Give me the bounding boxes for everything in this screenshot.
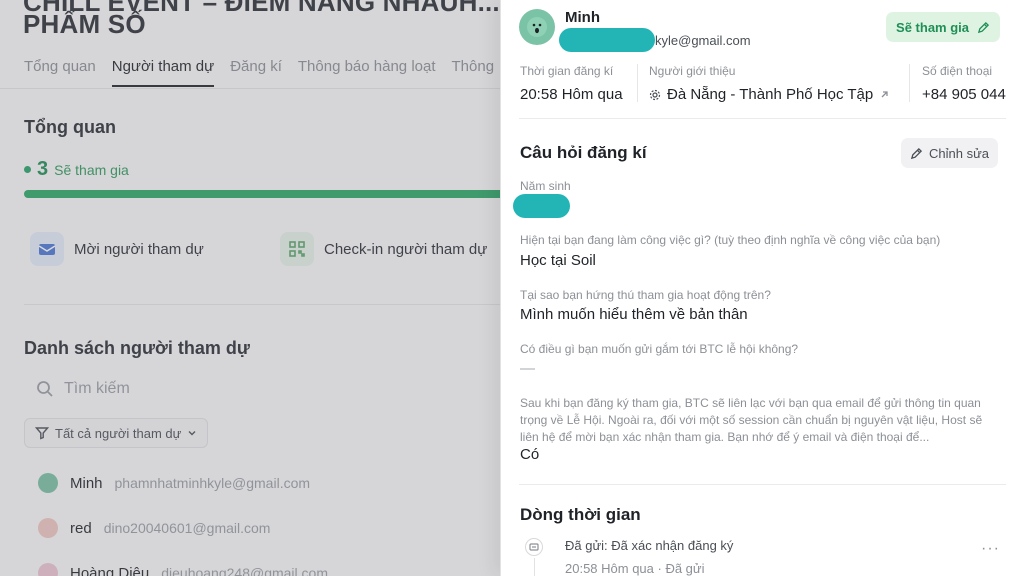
guest-detail-panel: Minh kyle@gmail.com Sẽ tham gia Thời gia… (500, 0, 1024, 576)
guest-name: Minh (565, 9, 600, 26)
timeline-subtitle: 20:58 Hôm qua · Đã gửi (565, 561, 705, 576)
timeline-title: Đã gửi: Đã xác nhận đăng ký (565, 538, 734, 553)
timeline-item: Đã gửi: Đã xác nhận đăng ký 20:58 Hôm qu… (525, 538, 733, 576)
question-label: Tại sao bạn hứng thú tham gia hoạt động … (520, 288, 771, 302)
phone-value: +84 905 044 (922, 86, 1006, 103)
message-icon (525, 538, 543, 556)
timeline-heading: Dòng thời gian (520, 505, 641, 524)
pencil-icon (910, 147, 923, 159)
status-going-button[interactable]: Sẽ tham gia (886, 12, 1000, 42)
answer-value: Mình muốn hiểu thêm về bản thân (520, 306, 748, 323)
phone: Số điện thoại +84 905 044 (922, 64, 1006, 103)
redacted-block (559, 28, 655, 52)
pencil-icon (977, 21, 990, 33)
answer-value: Học tại Soil (520, 252, 596, 269)
edit-answers-label: Chỉnh sửa (928, 145, 989, 161)
phone-label: Số điện thoại (922, 64, 993, 78)
referrer-label: Người giới thiệu (649, 64, 736, 78)
section-divider (519, 118, 1006, 119)
question-label: Hiện tại bạn đang làm công việc gì? (tuỳ… (520, 233, 941, 247)
status-going-label: Sẽ tham gia (896, 19, 969, 35)
edit-answers-button[interactable]: Chỉnh sửa (900, 138, 998, 168)
meta-divider (909, 64, 910, 102)
question-label: Có điều gì bạn muốn gửi gắm tới BTC lễ h… (520, 342, 799, 356)
question-label: Năm sinh (520, 179, 571, 193)
answer-value: Có (520, 446, 540, 463)
referrer: Người giới thiệu Đà Nẵng - Thành Phố Học… (649, 64, 890, 103)
registered-time-value: 20:58 Hôm qua (520, 86, 623, 103)
external-link-icon (881, 91, 888, 98)
referrer-link[interactable]: Đà Nẵng - Thành Phố Học Tập (649, 86, 890, 103)
registered-time-label: Thời gian đăng kí (520, 64, 614, 78)
meta-divider (637, 64, 638, 102)
question-label: Sau khi bạn đăng ký tham gia, BTC sẽ liê… (520, 396, 983, 444)
timeline-line (534, 558, 535, 576)
guest-email-row: kyle@gmail.com (559, 28, 751, 52)
section-divider (519, 484, 1006, 485)
answer-value: — (520, 360, 535, 377)
registered-time: Thời gian đăng kí 20:58 Hôm qua (520, 64, 623, 103)
questions-heading: Câu hỏi đăng kí (520, 143, 647, 162)
more-options-icon[interactable]: ··· (981, 540, 1000, 558)
guest-email: kyle@gmail.com (655, 32, 751, 48)
gear-icon (649, 89, 661, 100)
redacted-block (513, 194, 570, 218)
referrer-value: Đà Nẵng - Thành Phố Học Tập (667, 86, 874, 103)
guest-avatar (519, 9, 555, 45)
